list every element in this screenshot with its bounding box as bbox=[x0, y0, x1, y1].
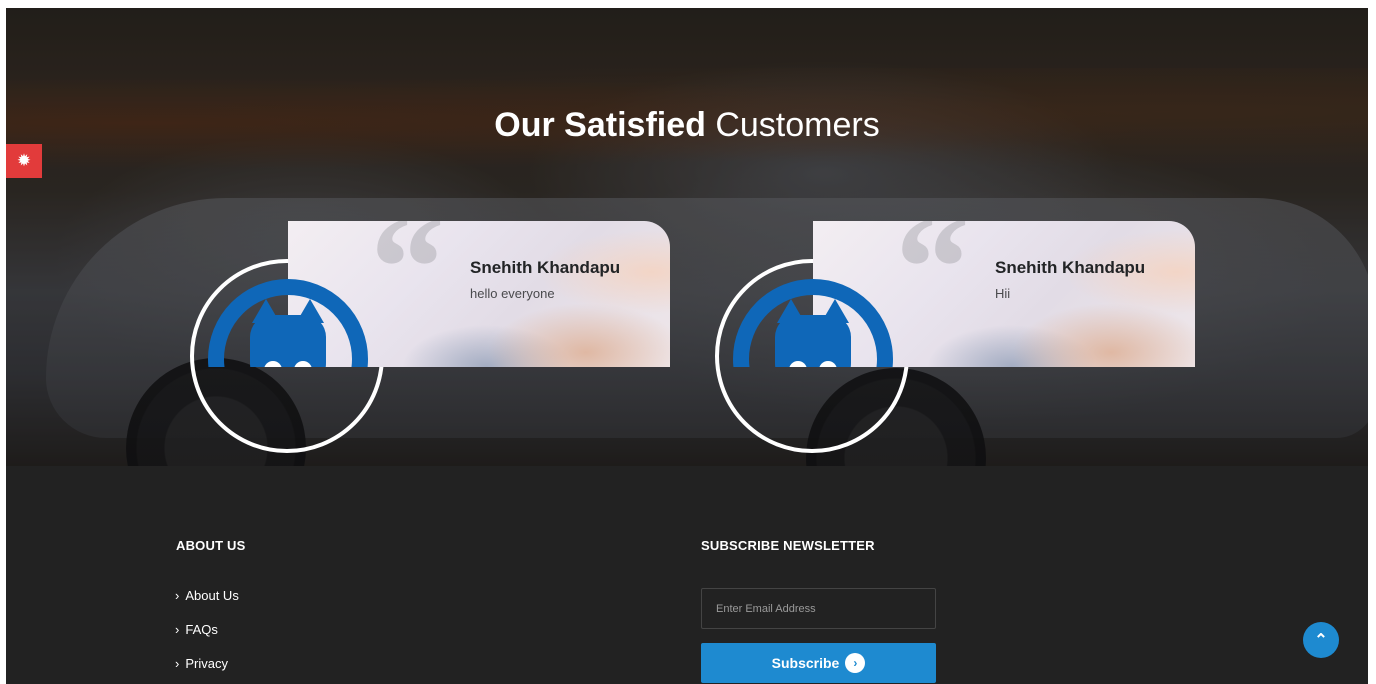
section-title-light: Customers bbox=[715, 106, 880, 144]
subscribe-button[interactable]: Subscribe › bbox=[701, 643, 936, 683]
customer-name: Snehith Khandapu bbox=[995, 258, 1146, 277]
email-field[interactable] bbox=[701, 588, 936, 629]
footer-link-faqs[interactable]: › FAQs bbox=[175, 622, 239, 656]
footer-link-privacy[interactable]: › Privacy bbox=[175, 656, 239, 684]
testimonial-card: “ Snehith Khandapu hello everyone bbox=[188, 221, 688, 453]
customer-name: Snehith Khandapu bbox=[470, 258, 621, 277]
customer-review: Hii bbox=[995, 286, 1011, 301]
chevron-right-icon: › bbox=[175, 656, 180, 671]
newsletter-heading: SUBSCRIBE NEWSLETTER bbox=[701, 538, 875, 553]
gear-icon: ✹ bbox=[16, 151, 32, 170]
footer-link-label[interactable]: Privacy bbox=[185, 656, 228, 671]
customer-review: hello everyone bbox=[470, 286, 555, 301]
footer-links: › About Us › FAQs › Privacy bbox=[175, 588, 239, 684]
page-frame: Our Satisfied Customers “ Snehith Khanda… bbox=[6, 8, 1368, 684]
chevron-up-icon: ⌃ bbox=[1314, 632, 1328, 649]
testimonial-card: “ Snehith Khandapu Hii bbox=[713, 221, 1213, 453]
settings-button[interactable]: ✹ bbox=[6, 144, 42, 178]
avatar bbox=[713, 221, 913, 367]
cat-logo-icon bbox=[733, 279, 893, 367]
subscribe-label: Subscribe bbox=[771, 655, 840, 671]
footer-link-about-us[interactable]: › About Us bbox=[175, 588, 239, 622]
chevron-right-icon: › bbox=[175, 622, 180, 637]
site-footer: ABOUT US › About Us › FAQs › Privacy SUB… bbox=[6, 466, 1368, 684]
avatar bbox=[188, 221, 388, 367]
about-us-heading: ABOUT US bbox=[176, 538, 246, 553]
section-title-strong: Our Satisfied bbox=[494, 106, 706, 144]
scroll-to-top-button[interactable]: ⌃ bbox=[1303, 622, 1339, 658]
footer-link-label[interactable]: FAQs bbox=[185, 622, 218, 637]
cat-logo-icon bbox=[208, 279, 368, 367]
testimonials-hero: Our Satisfied Customers “ Snehith Khanda… bbox=[6, 8, 1368, 466]
chevron-right-circle-icon: › bbox=[845, 653, 866, 673]
chevron-right-icon: › bbox=[175, 588, 180, 603]
footer-link-label[interactable]: About Us bbox=[185, 588, 238, 603]
section-title: Our Satisfied Customers bbox=[6, 106, 1368, 145]
